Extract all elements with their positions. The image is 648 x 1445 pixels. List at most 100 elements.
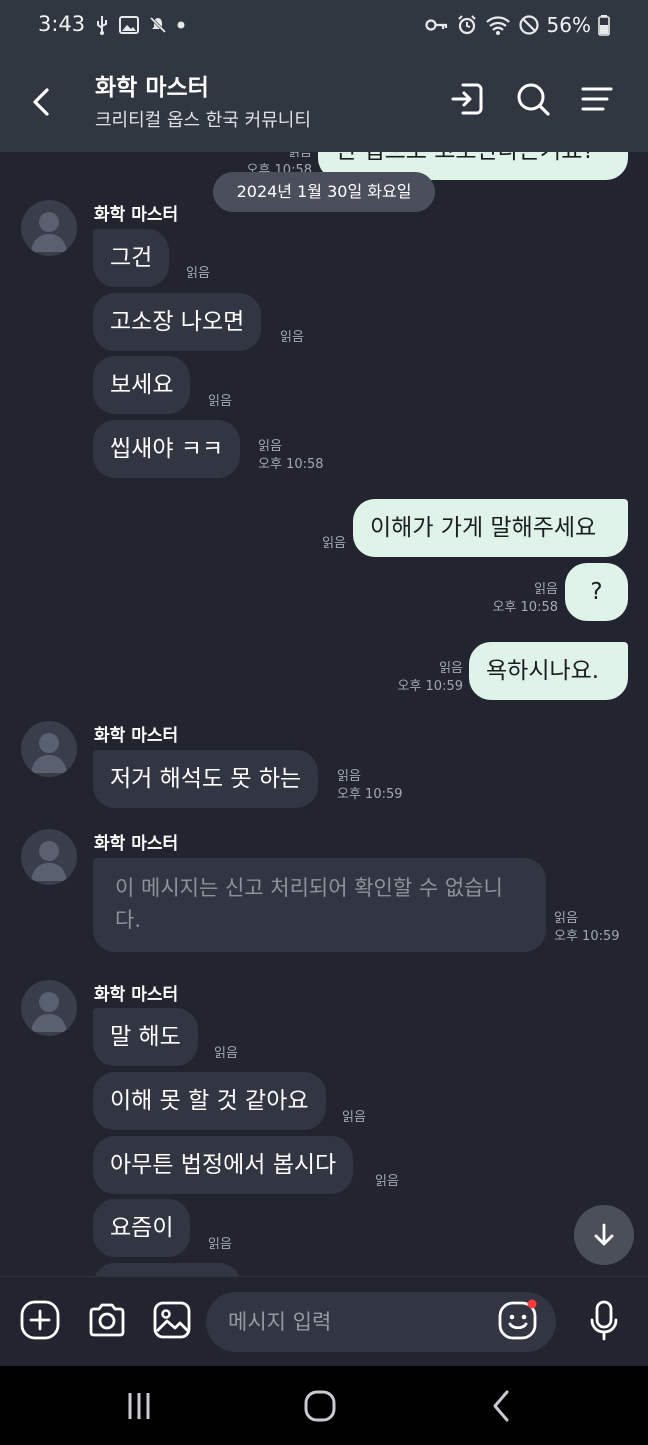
read-status: 읽음 [337,769,361,784]
status-system-icons: 56% [424,13,610,37]
recents-button[interactable] [117,1388,161,1424]
image-icon [119,16,139,34]
sender-name: 화학 마스터 [94,985,179,1005]
message-bubble-incoming[interactable]: 보세요 [93,356,191,414]
read-status: 읽음 [322,536,346,551]
read-status: 읽음 [554,911,578,926]
default-avatar-icon [31,733,67,773]
read-status: 읽음 [258,439,282,454]
message-text: 이 메시지는 신고 처리되어 확인할 수 없습니다. [115,876,503,932]
message-bubble-incoming[interactable]: 이해 못 할 것 같아요 [93,1072,326,1130]
nav-home-icon [304,1390,336,1422]
message-bubble-outgoing[interactable]: ? [565,563,628,621]
battery-icon [598,15,610,36]
chat-subtitle: 크리티컬 옵스 한국 커뮤니티 [95,110,311,131]
mute-icon [149,16,167,34]
message-bubble-incoming[interactable]: 고소장 나오면 [93,293,262,351]
message-bubble-incoming[interactable]: 아무튼 법정에서 봅시다 [93,1136,354,1194]
read-status: 읽음 [342,1110,366,1125]
message-bubble-incoming[interactable]: 그건 [93,229,170,287]
avatar[interactable] [21,980,77,1036]
nav-back-button[interactable] [480,1388,524,1424]
menu-icon [581,87,613,111]
message-bubble-blocked[interactable]: 이 메시지는 신고 처리되어 확인할 수 없습니다. [93,858,546,952]
read-status: 읽음 [534,582,558,597]
message-bubble-incoming[interactable] [93,1263,241,1276]
default-avatar-icon [31,212,67,252]
nav-back-icon [493,1390,509,1422]
scroll-to-bottom-button[interactable] [574,1205,634,1265]
message-text: 씹새야 ㅋㅋ [110,436,224,462]
wifi-icon [485,16,510,35]
emoji-button[interactable] [497,1299,539,1341]
back-icon [33,88,49,116]
read-status: 읽음 [375,1174,399,1189]
mic-icon [590,1300,618,1341]
read-status: 읽음 [208,394,232,409]
message-meta: 읽음 오후 10:59 [375,660,463,696]
enter-icon [451,83,483,115]
message-bubble-incoming[interactable]: 말 해도 [93,1008,198,1066]
gallery-button[interactable] [151,1299,193,1341]
voice-button[interactable] [583,1299,625,1341]
read-status: 읽음 [186,266,210,281]
search-icon [517,83,550,116]
message-text: 이해가 가게 말해주세요 [370,515,597,541]
status-time: 3:43 [38,12,86,36]
status-notification-icons [95,15,185,35]
message-text: 신 법으로 고소한다는거죠? [335,152,595,164]
default-avatar-icon [31,992,67,1032]
menu-button[interactable] [576,78,618,120]
alarm-icon [457,15,476,35]
enter-room-button[interactable] [446,78,488,120]
camera-icon [89,1303,125,1337]
avatar[interactable] [21,721,77,777]
message-meta: 읽음 오후 10:59 [554,910,620,946]
message-meta: 읽음 오후 10:58 [470,581,558,617]
message-bubble-outgoing[interactable]: 이해가 가게 말해주세요 [353,499,628,557]
search-button[interactable] [512,78,554,120]
camera-button[interactable] [86,1299,128,1341]
message-bubble-outgoing[interactable]: 욕하시나요. [469,642,628,700]
message-text: 욕하시나요. [486,658,600,684]
read-status: 읽음 [208,1237,232,1252]
read-status: 읽음 [214,1046,238,1061]
message-text: 아무튼 법정에서 봅시다 [110,1152,337,1178]
back-button[interactable] [22,82,62,122]
message-time: 오후 10:59 [397,679,463,694]
message-text: ? [590,579,603,605]
key-icon [424,19,447,31]
avatar[interactable] [21,829,77,885]
message-time: 오후 10:59 [337,787,403,802]
read-status: 읽음 [439,661,463,676]
emoji-icon [498,1299,537,1340]
message-bubble-incoming[interactable]: 씹새야 ㅋㅋ [93,420,241,478]
message-meta: 읽음 오후 10:59 [337,768,403,804]
status-bar: 3:43 56% [0,0,648,52]
arrow-down-icon [594,1223,614,1246]
sender-name: 화학 마스터 [94,205,179,225]
gallery-icon [153,1301,191,1339]
message-text: 요즘이 [110,1215,174,1241]
home-button[interactable] [298,1388,342,1424]
usb-icon [97,16,107,35]
message-text: 저거 해석도 못 하는 [110,766,302,792]
read-status: 읽음 [288,152,312,160]
message-text: 고소장 나오면 [110,309,245,335]
read-status: 읽음 [280,330,304,345]
sender-name: 화학 마스터 [94,726,179,746]
add-button[interactable] [19,1299,61,1341]
date-divider: 2024년 1월 30일 화요일 [213,172,435,212]
message-meta: 읽음 오후 10:58 [258,438,324,474]
message-time: 오후 10:59 [554,929,620,944]
default-avatar-icon [31,841,67,881]
message-list[interactable]: 신 법으로 고소한다는거죠? 읽음 오후 10:58 2024년 1월 30일 … [0,152,648,1276]
system-nav-bar [0,1366,648,1445]
chat-title: 화학 마스터 [95,75,209,101]
message-bubble-incoming[interactable]: 저거 해석도 못 하는 [93,750,319,808]
message-text: 보세요 [110,372,174,398]
avatar[interactable] [21,200,77,256]
message-text: 이해 못 할 것 같아요 [110,1088,309,1114]
message-bubble-incoming[interactable]: 요즘이 [93,1199,191,1257]
message-time: 오후 10:58 [258,457,324,472]
